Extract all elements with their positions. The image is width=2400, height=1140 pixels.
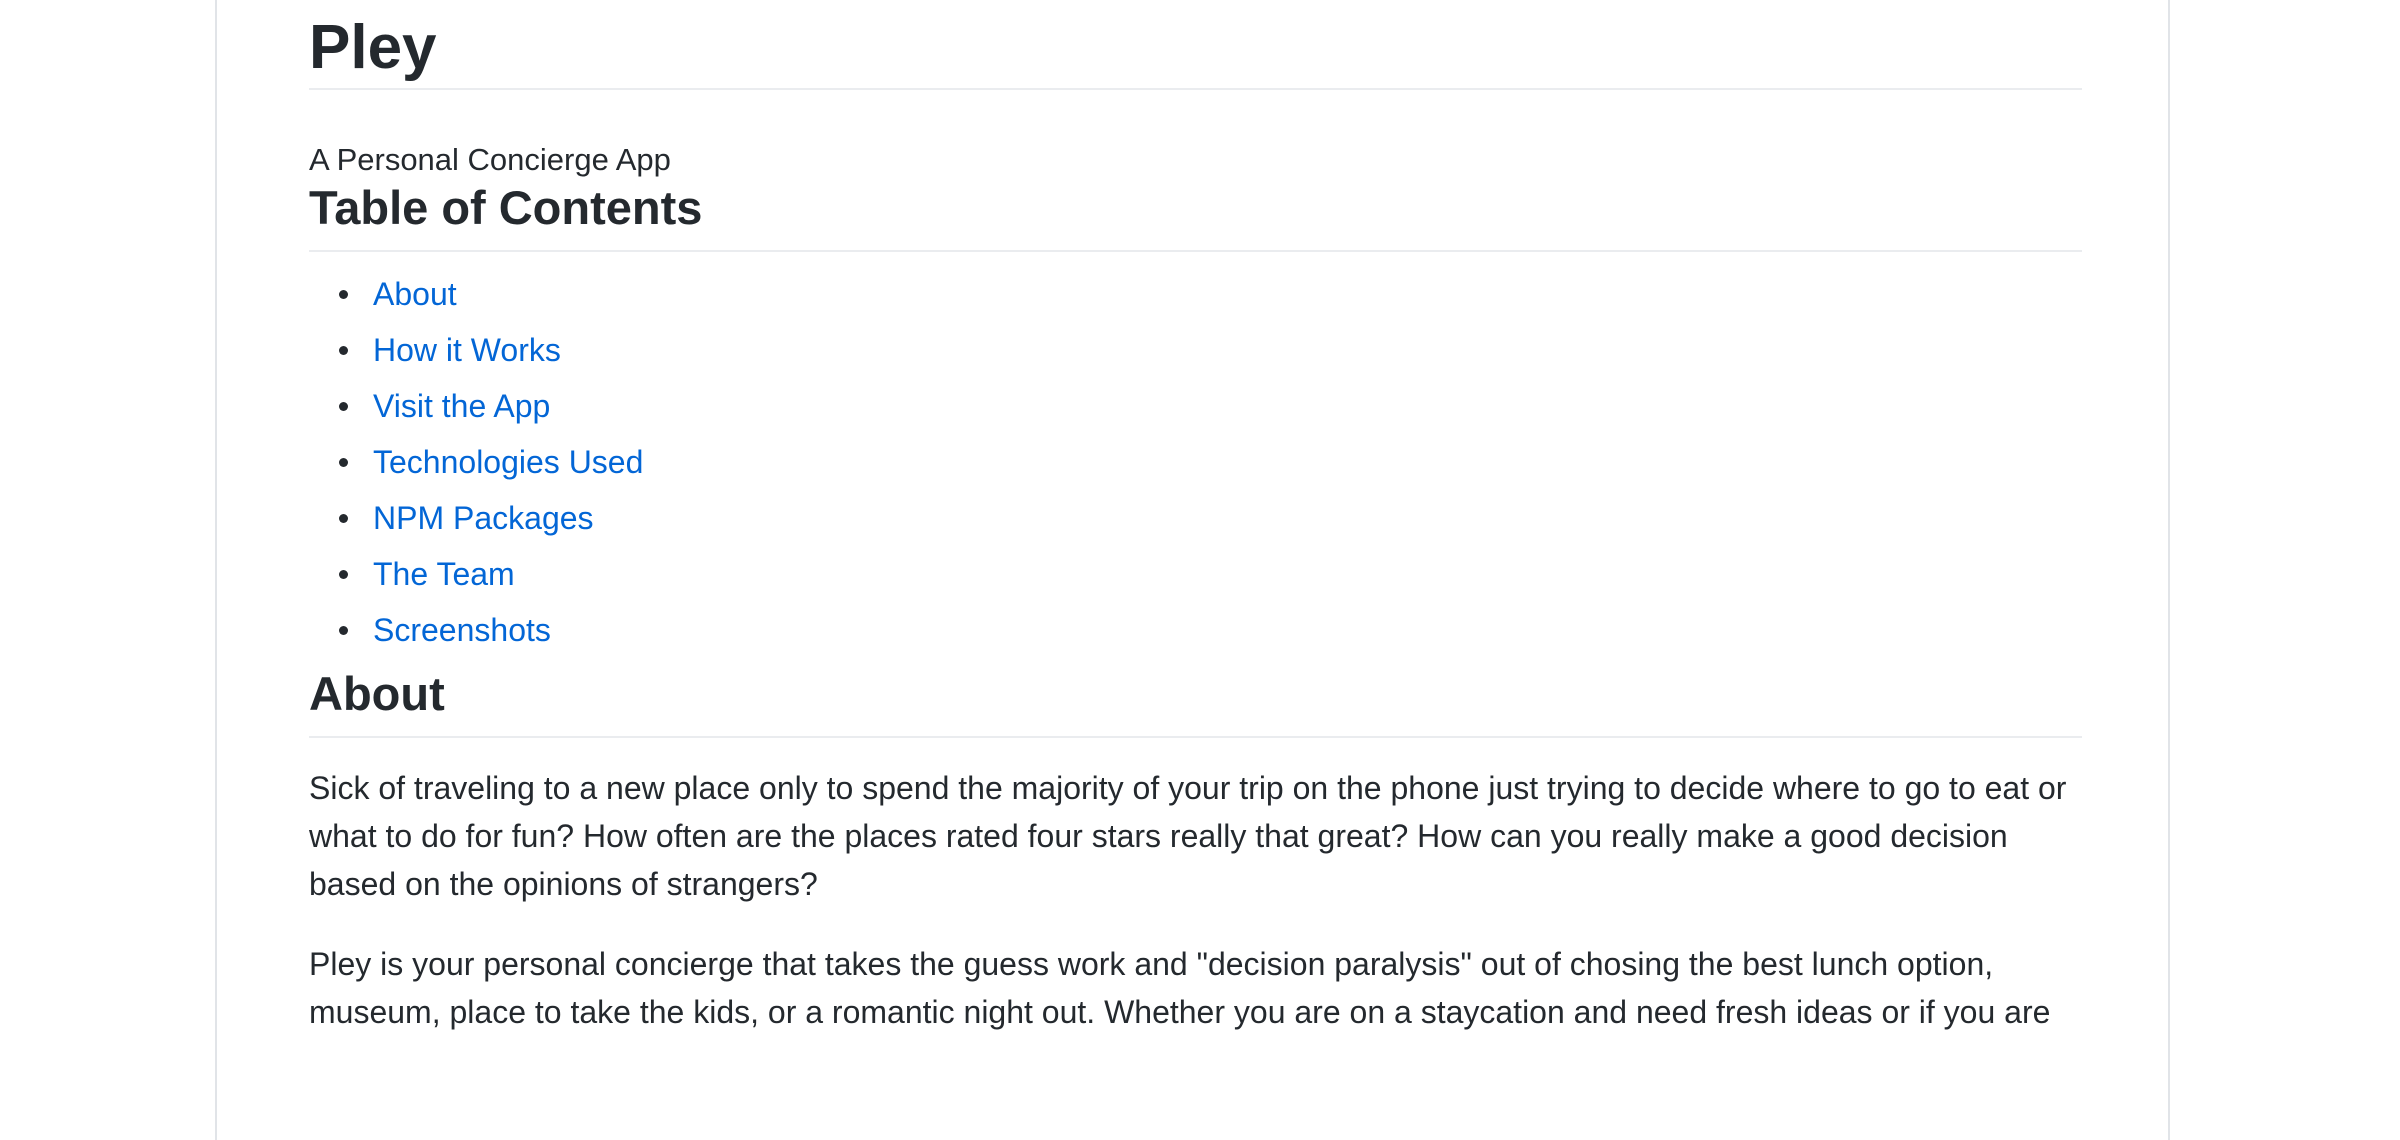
table-of-contents: About How it Works Visit the App Technol… — [309, 274, 2082, 650]
readme-content: Pley A Personal Concierge App Table of C… — [309, 0, 2082, 1036]
toc-link-the-team[interactable]: The Team — [373, 556, 515, 592]
toc-item-visit-the-app: Visit the App — [339, 386, 2082, 426]
toc-link-technologies-used[interactable]: Technologies Used — [373, 444, 643, 480]
bullet-icon — [339, 570, 348, 579]
bullet-icon — [339, 514, 348, 523]
toc-item-screenshots: Screenshots — [339, 610, 2082, 650]
toc-heading: Table of Contents — [309, 180, 2082, 252]
about-paragraph-2: Pley is your personal concierge that tak… — [309, 946, 2051, 1030]
page-title: Pley — [309, 0, 2082, 90]
about-heading: About — [309, 666, 2082, 738]
bullet-icon — [339, 458, 348, 467]
bullet-icon — [339, 402, 348, 411]
toc-link-about[interactable]: About — [373, 276, 457, 312]
about-paragraph-1: Sick of traveling to a new place only to… — [309, 770, 2067, 902]
toc-link-screenshots[interactable]: Screenshots — [373, 612, 551, 648]
toc-item-the-team: The Team — [339, 554, 2082, 594]
toc-link-npm-packages[interactable]: NPM Packages — [373, 500, 594, 536]
bullet-icon — [339, 346, 348, 355]
bullet-icon — [339, 290, 348, 299]
toc-item-npm-packages: NPM Packages — [339, 498, 2082, 538]
page: Pley A Personal Concierge App Table of C… — [0, 0, 2400, 1140]
toc-link-how-it-works[interactable]: How it Works — [373, 332, 561, 368]
toc-item-technologies-used: Technologies Used — [339, 442, 2082, 482]
toc-item-about: About — [339, 274, 2082, 314]
toc-item-how-it-works: How it Works — [339, 330, 2082, 370]
tagline: A Personal Concierge App — [309, 142, 671, 177]
toc-link-visit-the-app[interactable]: Visit the App — [373, 388, 550, 424]
bullet-icon — [339, 626, 348, 635]
readme-container: Pley A Personal Concierge App Table of C… — [215, 0, 2170, 1140]
